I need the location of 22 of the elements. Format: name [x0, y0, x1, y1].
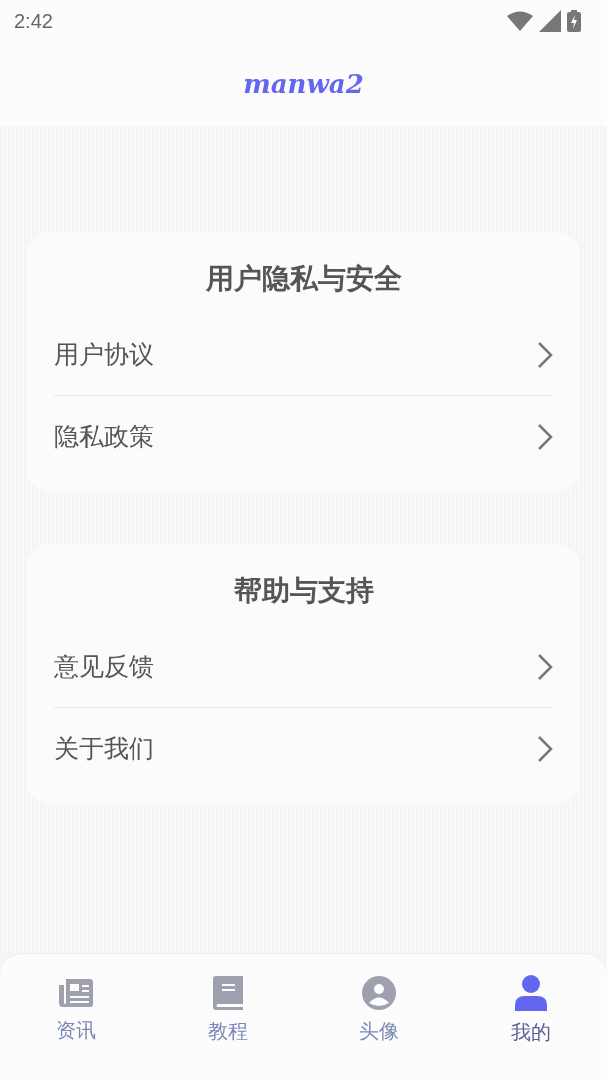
newspaper-icon	[58, 977, 93, 1009]
wifi-icon	[507, 11, 533, 31]
status-time: 2:42	[14, 9, 53, 34]
menu-item[interactable]: 关于我们	[54, 708, 553, 790]
chevron-right-icon	[537, 423, 553, 451]
section-title: 用户隐私与安全	[204, 262, 403, 296]
app-logo: manwa2	[243, 67, 364, 101]
menu-item[interactable]: 意见反馈	[54, 626, 553, 708]
user-circle-icon	[362, 976, 397, 1010]
section-title: 帮助与支持	[232, 574, 375, 608]
person-icon	[515, 975, 548, 1011]
chevron-right-icon	[537, 652, 553, 681]
signal-icon	[539, 10, 561, 32]
chevron-right-icon	[537, 340, 553, 369]
battery-icon	[567, 10, 581, 32]
nav-tab[interactable]: 我的	[455, 975, 607, 1047]
chevron-right-icon	[537, 735, 553, 763]
nav-tab[interactable]: 教程	[151, 976, 304, 1046]
menu-item[interactable]: 隐私政策	[54, 396, 553, 478]
nav-tab[interactable]: 头像	[303, 976, 456, 1046]
book-icon	[212, 976, 243, 1010]
menu-item[interactable]: 用户协议	[54, 314, 553, 396]
